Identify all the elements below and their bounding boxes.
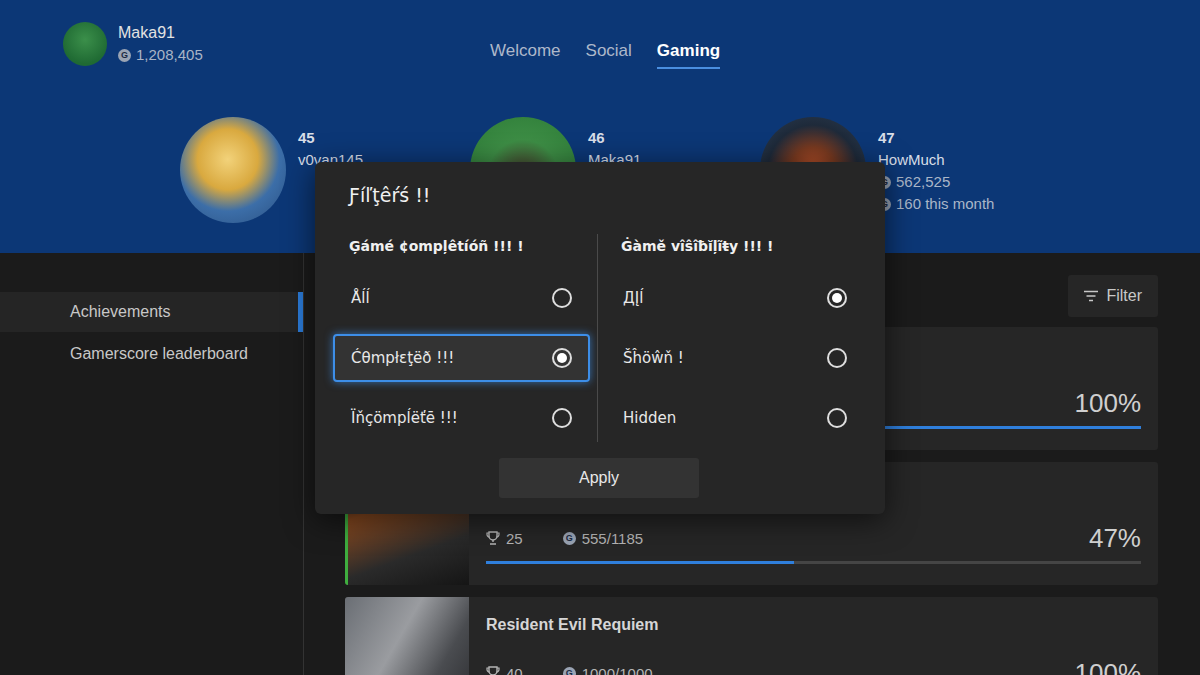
option-label: Ïňçömpĺëťē !!! xyxy=(351,409,458,427)
completion-percent: 100% xyxy=(1075,388,1142,419)
filter-option[interactable]: Šĥöŵň ! xyxy=(605,334,865,382)
filter-option[interactable]: Åĺĺ xyxy=(333,274,590,322)
filter-button[interactable]: Filter xyxy=(1068,275,1158,317)
filter-option[interactable]: ДĮĺ xyxy=(605,274,865,322)
progress-bar xyxy=(486,561,1141,564)
completion-percent: 100% xyxy=(1075,658,1142,675)
filter-group: Ġàmě vîŝîƀĭļĩŧy !!! ! ДĮĺ Šĥöŵň ! Hidden xyxy=(605,234,865,442)
filter-label: Filter xyxy=(1106,287,1142,305)
option-label: Åĺĺ xyxy=(351,289,370,307)
tab-bar: Welcome Social Gaming xyxy=(490,22,720,69)
gamerscore-icon: G xyxy=(563,667,576,675)
filter-group: Ģámé ¢ompļêtíóñ !!! ! Åĺĺ Ćθmpłεţëð !!! Ïňç… xyxy=(333,234,590,442)
avatar xyxy=(63,22,107,66)
radio-button[interactable] xyxy=(827,408,847,428)
progress-fill xyxy=(486,561,794,564)
leader-score: 562,525 xyxy=(896,171,950,193)
radio-dot xyxy=(832,293,842,303)
completion-percent: 47% xyxy=(1089,523,1141,554)
gamerscore-icon: G xyxy=(118,49,131,62)
avatar xyxy=(180,117,286,223)
radio-button[interactable] xyxy=(827,288,847,308)
gamerscore-icon: G xyxy=(563,532,576,545)
sidebar-item[interactable]: Gamerscore leaderboard xyxy=(0,334,303,374)
option-label: Šĥöŵň ! xyxy=(623,349,684,367)
trophy-count: 40 xyxy=(506,665,523,675)
apply-button[interactable]: Apply xyxy=(499,458,699,498)
group-heading: Ġàmě vîŝîƀĭļĩŧy !!! ! xyxy=(605,234,865,258)
leader-name: HowMuch xyxy=(878,149,945,171)
leader-rank: 46 xyxy=(588,127,605,149)
tab[interactable]: Welcome xyxy=(490,41,561,69)
sidebar-label: Achievements xyxy=(70,303,171,321)
leader-month: 160 this month xyxy=(896,193,994,215)
game-title: Resident Evil Requiem xyxy=(486,616,659,633)
sidebar-label: Gamerscore leaderboard xyxy=(70,345,248,363)
game-art xyxy=(345,597,469,675)
filter-option[interactable]: Ćθmpłεţëð !!! xyxy=(333,334,590,382)
radio-button[interactable] xyxy=(552,408,572,428)
leader-rank: 45 xyxy=(298,127,315,149)
profile[interactable]: Maka91 G 1,208,405 xyxy=(63,22,490,66)
filter-option[interactable]: Ïňçömpĺëťē !!! xyxy=(333,394,590,442)
option-label: Hidden xyxy=(623,409,676,427)
option-label: ДĮĺ xyxy=(623,289,643,307)
dialog-title: Ƒíľţêŕś !! xyxy=(333,178,865,212)
tab[interactable]: Social xyxy=(586,41,632,69)
radio-button[interactable] xyxy=(552,348,572,368)
filter-icon xyxy=(1084,290,1098,302)
filters-dialog: Ƒíľţêŕś !! Ģámé ¢ompļêtíóñ !!! ! Åĺĺ Ćθmpłε… xyxy=(315,162,885,514)
filter-option[interactable]: Hidden xyxy=(605,394,865,442)
sidebar: Achievements Gamerscore leaderboard xyxy=(0,253,304,675)
game-card[interactable]: Resident Evil Requiem 40 G 1000/1000 100% xyxy=(345,597,1158,675)
game-gamerscore: 555/1185 xyxy=(582,530,643,547)
profile-gamerscore: 1,208,405 xyxy=(136,44,203,66)
trophy-count: 25 xyxy=(506,530,523,547)
profile-name: Maka91 xyxy=(118,22,203,44)
trophy-icon xyxy=(486,666,500,675)
group-heading: Ģámé ¢ompļêtíóñ !!! ! xyxy=(333,234,590,258)
option-label: Ćθmpłεţëð !!! xyxy=(351,349,454,367)
leader-rank: 47 xyxy=(878,127,895,149)
radio-dot xyxy=(557,353,567,363)
radio-button[interactable] xyxy=(552,288,572,308)
sidebar-item[interactable]: Achievements xyxy=(0,292,303,332)
radio-button[interactable] xyxy=(827,348,847,368)
trophy-icon xyxy=(486,531,500,545)
divider xyxy=(597,234,598,442)
game-gamerscore: 1000/1000 xyxy=(582,665,653,675)
tab[interactable]: Gaming xyxy=(657,41,720,69)
